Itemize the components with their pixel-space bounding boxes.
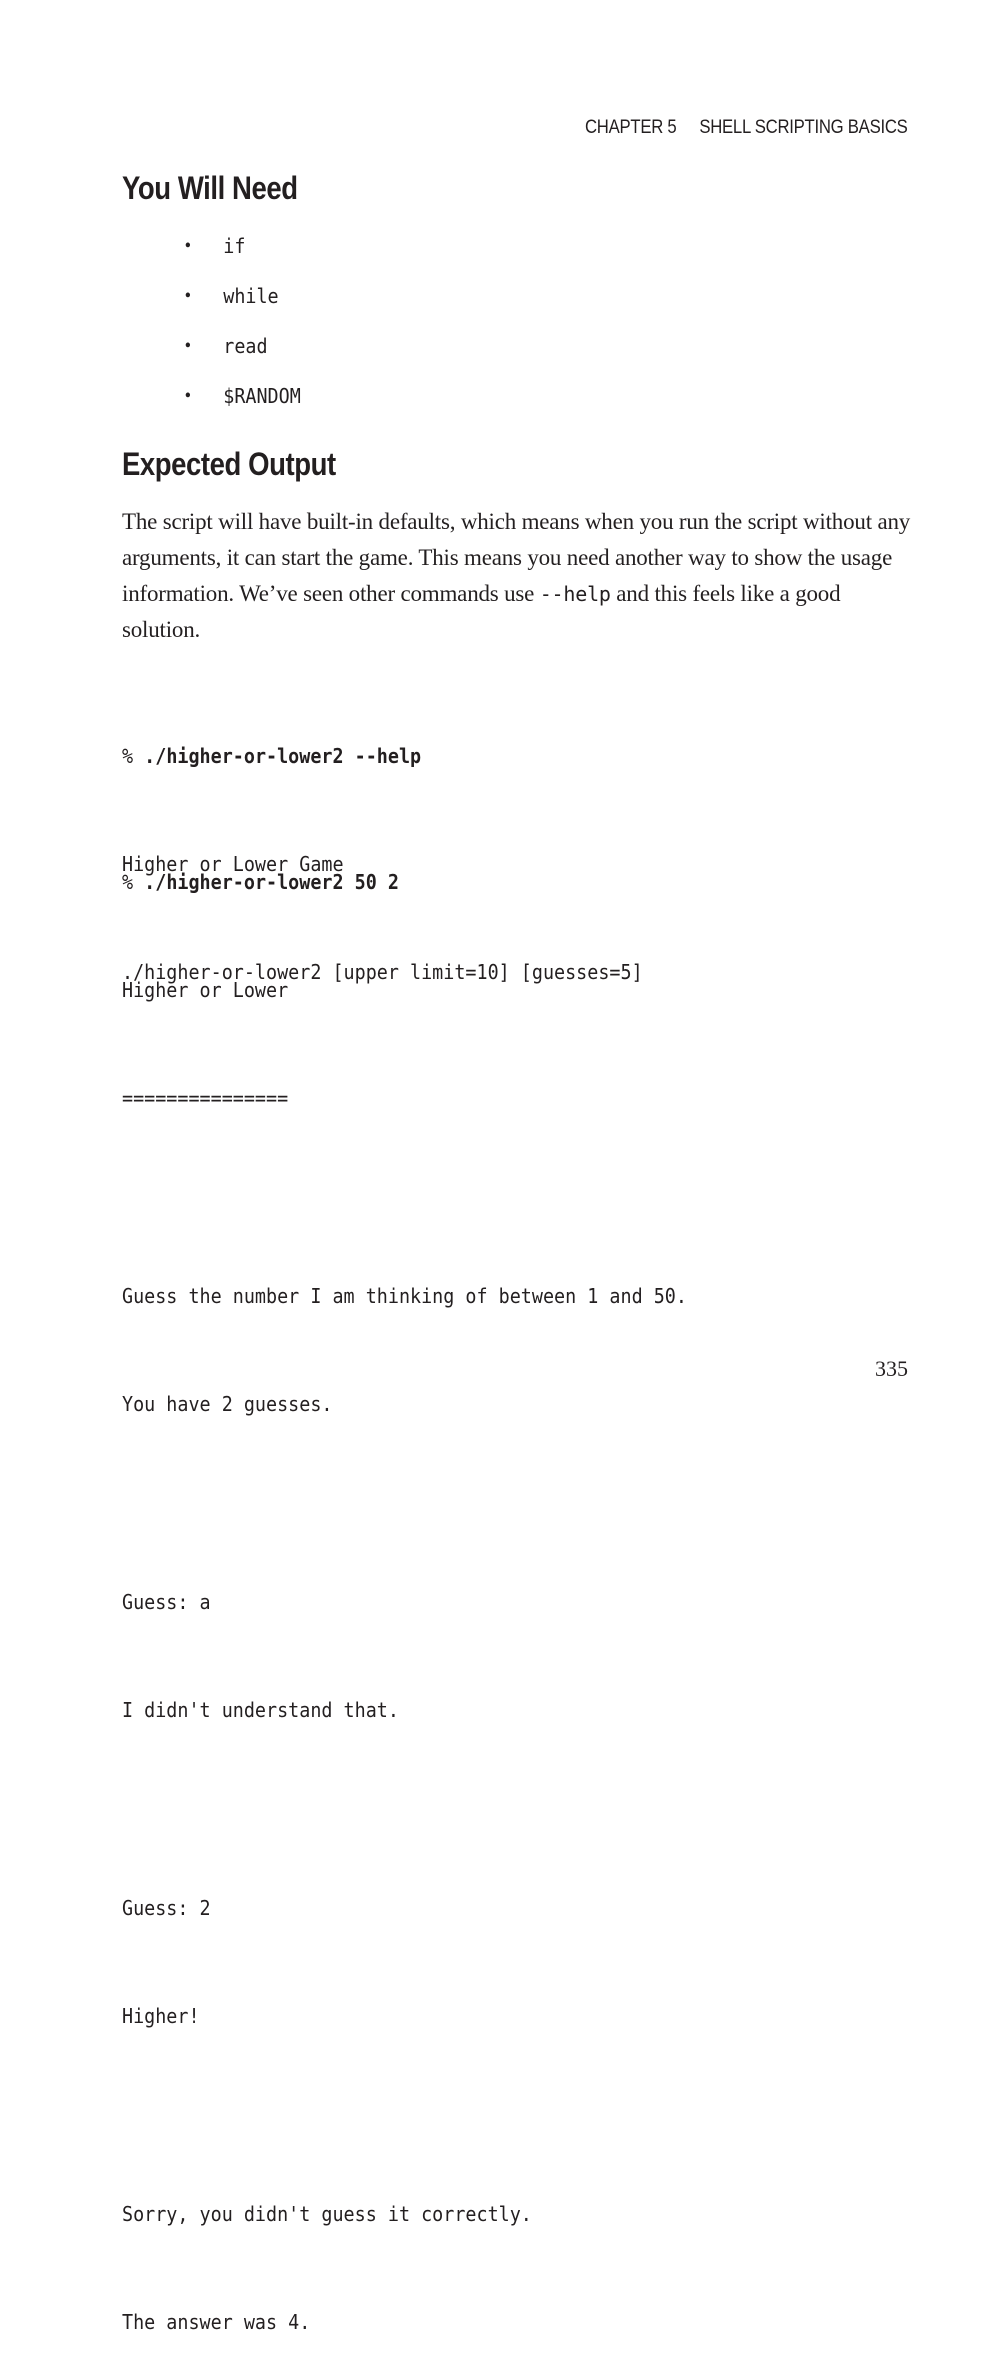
list-item: if [180, 228, 301, 278]
command-line: % ./higher-or-lower2 50 2 [122, 864, 687, 900]
output-line: Guess: a [122, 1590, 211, 1614]
output-line: You have 2 guesses. [122, 1392, 333, 1416]
command-line: % ./higher-or-lower2 --help [122, 738, 643, 774]
running-head: CHAPTER 5 SHELL SCRIPTING BASICS [585, 117, 908, 139]
section-heading-expected-output: Expected Output [122, 446, 336, 482]
output-line: The answer was 4. [122, 2310, 311, 2334]
command: ./higher-or-lower2 50 2 [144, 870, 399, 894]
output-line: =============== [122, 1086, 289, 1110]
prompt: % [122, 870, 145, 894]
output-line: Guess the number I am thinking of betwee… [122, 1284, 687, 1308]
chapter-title: SHELL SCRIPTING BASICS [699, 117, 908, 138]
output-line: Sorry, you didn't guess it correctly. [122, 2202, 532, 2226]
code-example-game: % ./higher-or-lower2 50 2 Higher or Lowe… [122, 792, 687, 2376]
output-line: Higher or Lower [122, 978, 289, 1002]
requirements-list: if while read $RANDOM [180, 228, 311, 428]
prompt: % [122, 744, 145, 768]
list-item: while [180, 278, 301, 328]
output-line: Guess: 2 [122, 1896, 211, 1920]
section-heading-you-will-need: You Will Need [122, 170, 298, 206]
list-item: read [180, 328, 301, 378]
command: ./higher-or-lower2 --help [144, 744, 422, 768]
inline-code: --help [539, 582, 611, 606]
page-number: 335 [875, 1356, 908, 1381]
output-line: Higher! [122, 2004, 200, 2028]
chapter-label: CHAPTER 5 [585, 117, 677, 138]
list-item: $RANDOM [180, 378, 301, 428]
body-paragraph: The script will have built-in defaults, … [122, 504, 912, 648]
output-line: I didn't understand that. [122, 1698, 399, 1722]
